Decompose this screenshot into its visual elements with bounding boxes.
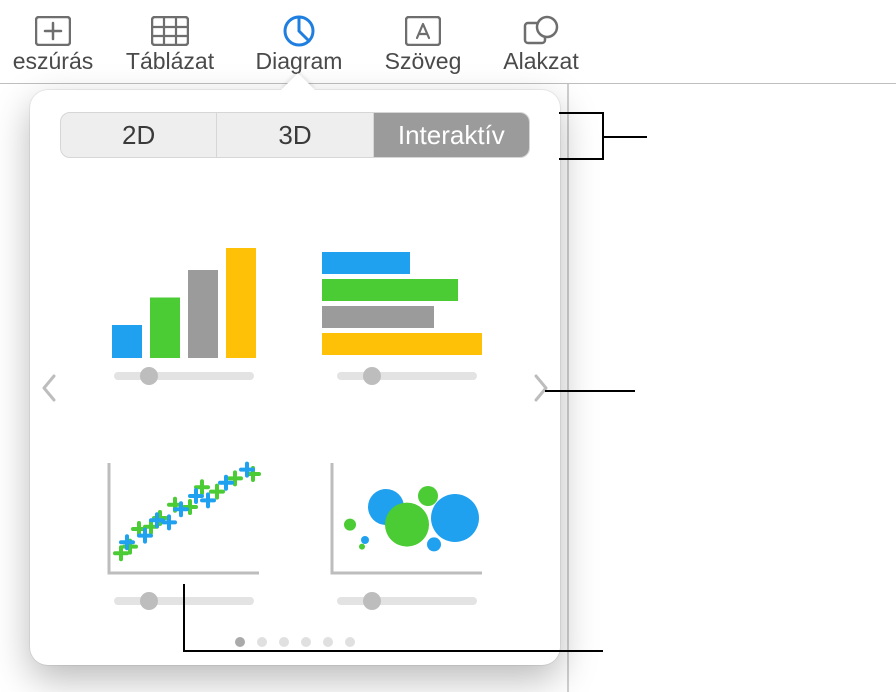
page-dot[interactable]: [279, 637, 289, 647]
bubble-chart-icon: [309, 408, 504, 584]
page-dot[interactable]: [323, 637, 333, 647]
chart-option-horizontal-bar[interactable]: [309, 182, 504, 380]
callout-slider-line: [183, 650, 603, 652]
table-icon: [151, 14, 189, 48]
page-dot[interactable]: [235, 637, 245, 647]
chart-option-scatter[interactable]: [86, 408, 281, 606]
segment-3d[interactable]: 3D: [217, 113, 373, 157]
toolbar-shape-label: Alakzat: [503, 48, 578, 75]
text-icon: [404, 14, 442, 48]
chart-option-slider[interactable]: [337, 372, 477, 380]
toolbar-shape[interactable]: Alakzat: [482, 0, 600, 83]
toolbar-text[interactable]: Szöveg: [364, 0, 482, 83]
chart-options-grid: [86, 182, 504, 605]
chart-type-segmented-control: 2D 3D Interaktív: [60, 112, 530, 158]
toolbar-insert-label: eszúrás: [13, 48, 94, 75]
next-style-button[interactable]: [526, 358, 556, 418]
chart-option-slider[interactable]: [337, 597, 477, 605]
insert-icon: [34, 14, 72, 48]
page-dot[interactable]: [257, 637, 267, 647]
callout-bracket: [559, 112, 604, 160]
scatter-chart-icon: [86, 408, 281, 584]
toolbar-insert[interactable]: eszúrás: [0, 0, 106, 83]
toolbar-table[interactable]: Táblázat: [106, 0, 234, 83]
chart-popover: 2D 3D Interaktív: [30, 90, 560, 665]
chart-option-bubble[interactable]: [309, 408, 504, 606]
page-dot[interactable]: [301, 637, 311, 647]
toolbar-text-label: Szöveg: [385, 48, 462, 75]
chart-icon: [280, 14, 318, 48]
toolbar: eszúrás Táblázat Diagram Szöveg: [0, 0, 896, 84]
callout-arrow-line: [545, 390, 635, 392]
segment-interactive[interactable]: Interaktív: [374, 113, 529, 157]
segment-2d[interactable]: 2D: [61, 113, 217, 157]
page-dot[interactable]: [345, 637, 355, 647]
chart-option-vertical-bar[interactable]: [86, 182, 281, 380]
toolbar-chart[interactable]: Diagram: [234, 0, 364, 83]
toolbar-chart-label: Diagram: [256, 48, 343, 75]
toolbar-table-label: Táblázat: [126, 48, 214, 75]
page-dots: [30, 637, 560, 647]
horizontal-bar-chart-icon: [309, 182, 504, 358]
chart-option-slider[interactable]: [114, 372, 254, 380]
prev-style-button[interactable]: [34, 358, 64, 418]
shape-icon: [522, 14, 560, 48]
panel-divider: [567, 84, 569, 692]
vertical-bar-chart-icon: [86, 182, 281, 358]
